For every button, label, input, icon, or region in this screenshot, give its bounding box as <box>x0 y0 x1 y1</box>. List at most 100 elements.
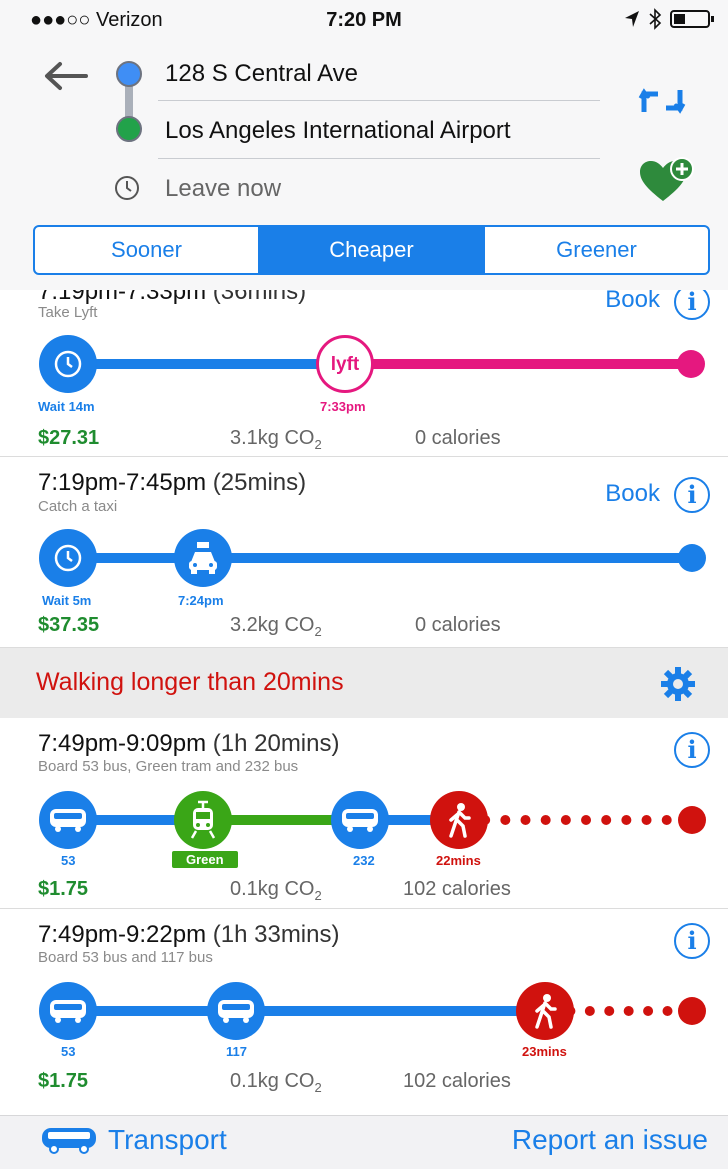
co2-value: 0.1kg CO <box>230 878 315 900</box>
duration: (25mins) <box>212 469 307 496</box>
walk-icon <box>430 791 488 849</box>
destination-dot-icon <box>678 544 706 572</box>
co2-subscript: 2 <box>314 624 322 639</box>
taxi-icon <box>174 529 232 587</box>
co2: 3.1kg CO2 <box>230 427 322 452</box>
tab-greener[interactable]: Greener <box>485 227 708 273</box>
location-arrow-icon <box>625 11 639 27</box>
destination-dot-icon <box>116 116 142 142</box>
bus-icon <box>39 791 97 849</box>
co2-value: 3.2kg CO <box>230 614 315 636</box>
divider <box>158 158 600 159</box>
duration: (1h 33mins) <box>212 921 340 948</box>
wait-segment <box>68 359 351 369</box>
price: $1.75 <box>38 1070 89 1092</box>
wait-label: Wait 14m <box>38 399 95 414</box>
result-card-lyft[interactable]: 7:19pm-7:33pm (36mins) Take Lyft Book i … <box>0 262 728 457</box>
walking-filter-banner: Walking longer than 20mins <box>0 648 728 718</box>
walk-duration-label: 23mins <box>522 1044 567 1059</box>
co2-subscript: 2 <box>314 437 322 452</box>
header: ●●●○○ Verizon 7:20 PM 128 S Central Ave … <box>0 0 728 290</box>
time-range: 7:49pm-9:22pm <box>38 921 207 948</box>
bus-icon <box>42 1128 96 1154</box>
walk-segment <box>460 815 692 825</box>
origin-field[interactable]: 128 S Central Ave <box>165 60 358 88</box>
info-icon[interactable]: i <box>674 477 710 513</box>
bottom-toolbar: Transport Report an issue <box>0 1115 728 1169</box>
clock-icon <box>39 335 97 393</box>
calories: 0 calories <box>415 614 501 636</box>
tram-icon <box>174 791 232 849</box>
route-label: 117 <box>226 1044 247 1059</box>
walking-filter-text: Walking longer than 20mins <box>36 668 344 696</box>
walk-icon <box>516 982 574 1040</box>
co2-value: 0.1kg CO <box>230 1070 315 1092</box>
co2-value: 3.1kg CO <box>230 427 315 449</box>
destination-dot-icon <box>678 806 706 834</box>
co2-subscript: 2 <box>314 888 322 903</box>
tab-sooner[interactable]: Sooner <box>35 227 260 273</box>
walk-duration-label: 22mins <box>436 853 481 868</box>
route-label: 232 <box>353 853 375 868</box>
calories: 0 calories <box>415 427 501 449</box>
time-range: 7:49pm-9:09pm <box>38 730 207 757</box>
battery-level <box>674 14 685 24</box>
book-button[interactable]: Book <box>605 286 660 314</box>
result-subtitle: Board 53 bus, Green tram and 232 bus <box>38 758 299 775</box>
tab-cheaper[interactable]: Cheaper <box>260 227 485 273</box>
co2-subscript: 2 <box>314 1080 322 1095</box>
status-bar: ●●●○○ Verizon 7:20 PM <box>0 0 728 42</box>
destination-field[interactable]: Los Angeles International Airport <box>165 117 511 145</box>
calories: 102 calories <box>403 878 511 900</box>
duration: (1h 20mins) <box>212 730 340 757</box>
pickup-time-label: 7:24pm <box>178 593 224 608</box>
co2: 0.1kg CO2 <box>230 878 322 903</box>
taxi-segment <box>68 553 692 563</box>
divider <box>158 100 600 101</box>
result-card-transit-1[interactable]: 7:49pm-9:09pm (1h 20mins) Board 53 bus, … <box>0 718 728 909</box>
bluetooth-icon <box>649 8 662 30</box>
result-subtitle: Catch a taxi <box>38 498 118 515</box>
destination-dot-icon <box>677 350 705 378</box>
transport-label: Transport <box>108 1124 227 1155</box>
route-label: Green <box>172 851 238 868</box>
result-subtitle: Board 53 bus and 117 bus <box>38 949 213 966</box>
lyft-logo: lyft <box>316 335 374 393</box>
favorite-add-icon[interactable] <box>636 155 696 205</box>
status-time: 7:20 PM <box>326 9 402 31</box>
result-time: 7:19pm-7:45pm (25mins) <box>38 469 306 497</box>
co2: 0.1kg CO2 <box>230 1070 322 1095</box>
report-issue-button[interactable]: Report an issue <box>512 1124 708 1156</box>
svg-text:lyft: lyft <box>331 354 360 375</box>
destination-dot-icon <box>678 997 706 1025</box>
bus-icon <box>207 982 265 1040</box>
swap-icon[interactable] <box>638 86 686 116</box>
status-right-icons <box>624 8 714 30</box>
price: $1.75 <box>38 878 89 900</box>
clock-icon <box>115 176 139 200</box>
pickup-time-label: 7:33pm <box>320 399 366 414</box>
calories: 102 calories <box>403 1070 511 1092</box>
sort-segmented-control: Sooner Cheaper Greener <box>33 225 710 275</box>
back-arrow-icon[interactable] <box>40 56 90 96</box>
route-label: 53 <box>61 853 76 868</box>
wait-label: Wait 5m <box>42 593 92 608</box>
departure-time-field[interactable]: Leave now <box>165 175 281 203</box>
result-subtitle: Take Lyft <box>38 304 98 321</box>
battery-icon <box>670 10 714 28</box>
time-range: 7:19pm-7:45pm <box>38 469 207 496</box>
bus-icon <box>39 982 97 1040</box>
clock-icon <box>39 529 97 587</box>
info-icon[interactable]: i <box>674 732 710 768</box>
result-card-transit-2[interactable]: 7:49pm-9:22pm (1h 33mins) Board 53 bus a… <box>0 909 728 1115</box>
bus-icon <box>331 791 389 849</box>
gear-icon[interactable] <box>660 666 696 702</box>
transport-button[interactable]: Transport <box>40 1124 227 1156</box>
route-label: 53 <box>61 1044 76 1059</box>
result-time: 7:49pm-9:09pm (1h 20mins) <box>38 730 339 758</box>
result-card-taxi[interactable]: 7:19pm-7:45pm (25mins) Catch a taxi Book… <box>0 457 728 648</box>
origin-dot-icon <box>116 61 142 87</box>
book-button[interactable]: Book <box>605 480 660 508</box>
result-time: 7:49pm-9:22pm (1h 33mins) <box>38 921 339 949</box>
info-icon[interactable]: i <box>674 923 710 959</box>
